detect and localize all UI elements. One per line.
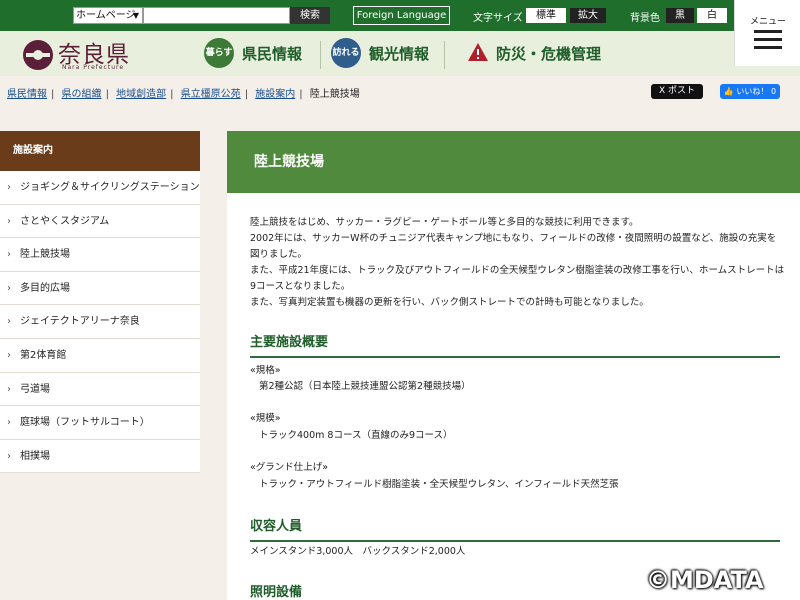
nav-living[interactable]: 暮らす 県民情報: [204, 38, 314, 70]
breadcrumb-current: 陸上競技場: [309, 89, 360, 100]
top-utility-bar: ホームページ ▼ 検索 Foreign Language 文字サイズ 標準 拡大…: [0, 0, 800, 31]
nav-living-label: 県民情報: [242, 45, 303, 63]
nav-disaster-label: 防災・危機管理: [496, 45, 602, 63]
hamburger-icon: [754, 46, 782, 49]
watermark: ©MDATA: [646, 566, 764, 594]
main-content: 陸上競技場 陸上競技をはじめ、サッカー・ラグビー・ゲートボール等と多目的な競技に…: [227, 131, 800, 600]
nav-tourism-label: 観光情報: [369, 45, 430, 63]
sidebar-item-label: 多目的広場: [20, 282, 70, 294]
breadcrumb-separator: |: [51, 89, 55, 100]
sidebar: 施設案内 › ジョギング＆サイクリングステーション › さとやくスタジアム › 陸上競…: [0, 131, 200, 474]
spec-value: 第2種公認（日本陸上競技連盟公認第2種競技場）: [259, 381, 471, 392]
bg-black-button[interactable]: 黒: [666, 8, 694, 23]
sidebar-item-label: さとやくスタジアム: [20, 215, 110, 227]
intro-paragraph: また、平成21年度には、トラック及びアウトフィールドの全天候型ウレタン樹脂塗装の…: [250, 265, 785, 292]
facebook-like-button[interactable]: 👍 いいね！ 0: [720, 84, 780, 99]
spec-value: トラック・アウトフィールド樹脂塗装・全天候型ウレタン、インフィールド天然芝張: [259, 479, 619, 490]
sidebar-item-label: 相撲場: [20, 450, 50, 462]
breadcrumb-separator: |: [299, 89, 303, 100]
font-size-large-button[interactable]: 拡大: [570, 8, 606, 23]
breadcrumb: 県民情報 | 県の組織 | 地域創造部 | 県立橿原公苑 | 施設案内 | 陸上競技場: [7, 85, 360, 100]
chevron-right-icon: ›: [7, 450, 11, 462]
sidebar-item-label: 庭球場（フットサルコート）: [20, 417, 150, 429]
chevron-right-icon: ›: [7, 417, 11, 429]
chevron-right-icon: ›: [7, 182, 11, 193]
hamburger-icon: [754, 30, 782, 33]
breadcrumb-separator: |: [170, 89, 174, 100]
warning-icon: [468, 43, 488, 61]
menu-button[interactable]: メニュー: [734, 0, 800, 66]
sidebar-item-label: 弓道場: [20, 383, 50, 395]
sidebar-item-label: ジェイテクトアリーナ奈良: [20, 316, 140, 328]
breadcrumb-link[interactable]: 県の組織: [62, 89, 102, 100]
breadcrumb-link[interactable]: 県民情報: [7, 89, 47, 100]
sidebar-item-label: ジョギング＆サイクリングステーション: [20, 182, 200, 193]
font-size-standard-button[interactable]: 標準: [526, 8, 566, 23]
chevron-right-icon: ›: [7, 249, 11, 261]
site-logo-subtitle: Nara Prefecture: [62, 64, 125, 71]
chevron-right-icon: ›: [7, 282, 11, 294]
sidebar-item[interactable]: › 陸上競技場: [0, 238, 200, 272]
title-bar: 陸上競技場: [227, 131, 800, 193]
sidebar-item-label: 第2体育館: [20, 349, 67, 361]
intro-paragraph: 2002年には、サッカーW杯のチュニジア代表キャンプ地にもなり、フィールドの改修…: [250, 233, 777, 260]
menu-label: メニュー: [749, 17, 786, 27]
font-size-label: 文字サイズ: [473, 13, 523, 24]
intro-text: 陸上競技をはじめ、サッカー・ラグビー・ゲートボール等と多目的な競技に利用できます…: [250, 215, 785, 311]
site-scope-select[interactable]: ホームページ ▼: [73, 7, 143, 24]
spec-label: «規格»: [250, 365, 281, 376]
sidebar-item[interactable]: › ジェイテクトアリーナ奈良: [0, 305, 200, 339]
breadcrumb-separator: |: [105, 89, 109, 100]
site-header: 奈良県 Nara Prefecture 暮らす 県民情報 訪れる 観光情報 防災…: [0, 31, 734, 76]
chevron-right-icon: ›: [7, 215, 11, 227]
hamburger-icon: [754, 38, 782, 41]
spec-label: «グランド仕上げ»: [250, 462, 329, 473]
tourism-badge-icon: 訪れる: [331, 38, 361, 68]
nav-disaster[interactable]: 防災・危機管理: [467, 38, 617, 70]
breadcrumb-link[interactable]: 県立橿原公苑: [181, 89, 241, 100]
chevron-down-icon: ▼: [132, 11, 139, 20]
chevron-right-icon: ›: [7, 316, 11, 328]
search-input[interactable]: [143, 7, 290, 24]
x-post-button[interactable]: X ポスト: [651, 84, 703, 99]
intro-paragraph: また、写真判定装置も機器の更新を行い、バック側ストレートでの計時も可能となりまし…: [250, 297, 649, 308]
nav-tourism[interactable]: 訪れる 観光情報: [331, 38, 441, 70]
intro-paragraph: 陸上競技をはじめ、サッカー・ラグビー・ゲートボール等と多目的な競技に利用できます…: [250, 217, 639, 228]
sidebar-item[interactable]: › 多目的広場: [0, 271, 200, 306]
living-badge-icon: 暮らす: [204, 38, 234, 68]
section-heading-capacity: 収容人員: [250, 515, 780, 542]
breadcrumb-link[interactable]: 施設案内: [255, 89, 295, 100]
page-title: 陸上競技場: [254, 154, 324, 170]
spec-value: トラック400m 8コース（直線のみ9コース）: [259, 430, 453, 441]
sidebar-item[interactable]: › 第2体育館: [0, 338, 200, 373]
foreign-language-button[interactable]: Foreign Language: [353, 6, 450, 25]
chevron-right-icon: ›: [7, 383, 11, 395]
bg-white-button[interactable]: 白: [697, 8, 727, 23]
breadcrumb-separator: |: [244, 89, 249, 100]
nav-divider: [444, 41, 445, 69]
bg-color-label: 背景色: [630, 13, 660, 24]
nav-divider: [320, 41, 321, 69]
breadcrumb-link[interactable]: 地域創造部: [116, 89, 166, 100]
section-heading-overview: 主要施設概要: [250, 331, 780, 358]
sidebar-heading: 施設案内: [0, 131, 200, 171]
header-extension: [734, 66, 800, 76]
sidebar-item[interactable]: › 相撲場: [0, 439, 200, 474]
sidebar-item[interactable]: › ジョギング＆サイクリングステーション: [0, 171, 200, 205]
spec-label: «規模»: [250, 413, 281, 424]
nara-logo-icon[interactable]: [22, 39, 54, 71]
capacity-text: メインスタンド3,000人 バックスタンド2,000人: [250, 546, 466, 557]
search-button[interactable]: 検索: [290, 7, 330, 24]
sidebar-item[interactable]: › さとやくスタジアム: [0, 204, 200, 239]
chevron-right-icon: ›: [7, 349, 11, 361]
sidebar-item-label: 陸上競技場: [20, 249, 70, 261]
sidebar-item[interactable]: › 庭球場（フットサルコート）: [0, 406, 200, 440]
site-scope-value: ホームページ: [76, 10, 136, 21]
sidebar-item[interactable]: › 弓道場: [0, 372, 200, 407]
